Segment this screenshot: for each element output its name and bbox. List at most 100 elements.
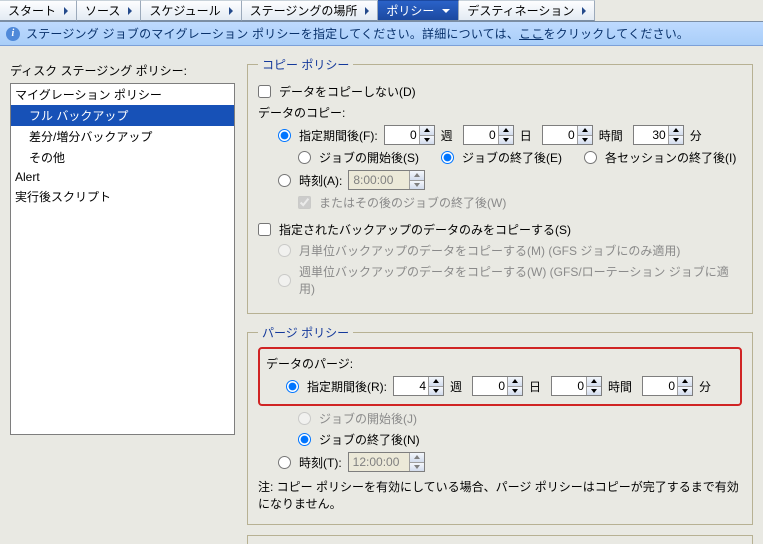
tab-destination[interactable]: デスティネーション [459,0,595,21]
purge-minutes-spinner[interactable] [642,376,693,396]
do-not-copy-checkbox[interactable]: データをコピーしない(D) [258,83,416,100]
tree-item-full-backup[interactable]: フル バックアップ [11,105,234,126]
purge-job-end-label: ジョブの終了後(N) [319,431,420,448]
tab-schedule[interactable]: スケジュール [141,0,241,21]
tree-item-other[interactable]: その他 [11,147,234,168]
info-icon: i [6,27,20,41]
tab-source[interactable]: ソース [77,0,141,21]
purge-days-input[interactable] [473,377,507,395]
purge-hours-input[interactable] [552,377,586,395]
snaplock-group: SnapLock を有効にする(K) [247,535,753,544]
copy-job-start-input[interactable] [298,151,311,164]
purge-hours-spinner[interactable] [551,376,602,396]
data-purge-label: データのパージ: [266,355,734,372]
copy-days-input[interactable] [464,126,498,144]
purge-at-time-radio[interactable]: 時刻(T): [278,454,342,471]
purge-highlight-box: データのパージ: 指定期間後(R): 週 日 時間 分 [258,347,742,406]
tree-item-diff-backup[interactable]: 差分/増分バックアップ [11,126,234,147]
spin-up-icon[interactable] [678,377,692,387]
chevron-right-icon [365,7,369,15]
only-designated-input[interactable] [258,223,271,236]
copy-at-time-input[interactable] [278,174,291,187]
purge-job-end-input[interactable] [298,433,311,446]
or-after-job-checkbox: またはその後のジョブの終了後(W) [298,194,506,211]
spin-up-icon[interactable] [508,377,522,387]
tab-start[interactable]: スタート [0,0,77,21]
copy-policy-legend: コピー ポリシー [258,56,353,73]
info-text-post: をクリックしてください。 [543,25,689,42]
spin-down-icon[interactable] [429,387,443,396]
copy-days-spinner[interactable] [463,125,514,145]
spin-up-icon[interactable] [429,377,443,387]
tree-item-postscript[interactable]: 実行後スクリプト [11,186,234,207]
data-copy-label: データのコピー: [258,104,742,121]
spin-down-icon [410,181,424,190]
do-not-copy-input[interactable] [258,85,271,98]
copy-minutes-spinner[interactable] [633,125,684,145]
spin-down-icon [410,463,424,472]
copy-session-end-input[interactable] [584,151,597,164]
copy-after-period-radio[interactable]: 指定期間後(F): [278,127,378,144]
copy-policy-group: コピー ポリシー データをコピーしない(D) データのコピー: 指定期間後(F)… [247,56,753,314]
chevron-right-icon [64,7,68,15]
spin-down-icon[interactable] [420,136,434,145]
copy-hours-input[interactable] [543,126,577,144]
tab-staging[interactable]: ステージングの場所 [242,0,379,21]
copy-at-time-radio[interactable]: 時刻(A): [278,172,342,189]
week-unit: 週 [441,127,453,144]
tree-item-alert[interactable]: Alert [11,168,234,186]
copy-job-start-radio[interactable]: ジョブの開始後(S) [298,149,419,166]
tab-policy-label: ポリシー [386,2,434,19]
tab-schedule-label: スケジュール [149,2,220,19]
info-bar: i ステージング ジョブのマイグレーション ポリシーを指定してください。詳細につ… [0,22,763,46]
purge-after-period-input[interactable] [286,380,299,393]
spin-down-icon[interactable] [508,387,522,396]
left-panel-title: ディスク ステージング ポリシー: [10,62,235,79]
spin-up-icon[interactable] [587,377,601,387]
info-link[interactable]: ここ [519,25,543,42]
purge-days-spinner[interactable] [472,376,523,396]
week-unit: 週 [450,378,462,395]
hour-unit: 時間 [608,378,632,395]
tab-policy[interactable]: ポリシー [378,0,459,21]
purge-after-period-radio[interactable]: 指定期間後(R): [286,378,387,395]
spin-down-icon[interactable] [669,136,683,145]
do-not-copy-label: データをコピーしない(D) [279,83,416,100]
spin-up-icon[interactable] [499,126,513,136]
spin-down-icon[interactable] [587,387,601,396]
purge-minutes-input[interactable] [643,377,677,395]
copy-hours-spinner[interactable] [542,125,593,145]
spin-down-icon[interactable] [678,387,692,396]
copy-time-input [349,171,409,189]
chevron-right-icon [229,7,233,15]
spin-up-icon[interactable] [420,126,434,136]
copy-weeks-input[interactable] [385,126,419,144]
only-designated-checkbox[interactable]: 指定されたバックアップのデータのみをコピーする(S) [258,221,571,238]
copy-session-end-radio[interactable]: 各セッションの終了後(I) [584,149,736,166]
spin-up-icon[interactable] [578,126,592,136]
purge-after-period-label: 指定期間後(R): [307,378,387,395]
policy-tree: マイグレーション ポリシー フル バックアップ 差分/増分バックアップ その他 … [10,83,235,435]
copy-after-period-input[interactable] [278,129,291,142]
copy-minutes-input[interactable] [634,126,668,144]
spin-down-icon[interactable] [499,136,513,145]
chevron-right-icon [128,7,132,15]
spin-up-icon[interactable] [669,126,683,136]
tree-item-migration[interactable]: マイグレーション ポリシー [11,84,234,105]
copy-monthly-radio: 月単位バックアップのデータをコピーする(M) (GFS ジョブにのみ適用) [278,242,680,259]
purge-job-start-radio: ジョブの開始後(J) [298,410,417,427]
spin-up-icon [410,171,424,181]
or-after-job-label: またはその後のジョブの終了後(W) [319,194,506,211]
purge-job-end-radio[interactable]: ジョブの終了後(N) [298,431,420,448]
tab-strip: スタート ソース スケジュール ステージングの場所 ポリシー デスティネーション [0,0,763,22]
spin-down-icon[interactable] [578,136,592,145]
copy-weeks-spinner[interactable] [384,125,435,145]
copy-monthly-label: 月単位バックアップのデータをコピーする(M) (GFS ジョブにのみ適用) [299,242,680,259]
purge-time-spinner [348,452,425,472]
copy-job-end-radio[interactable]: ジョブの終了後(E) [441,149,562,166]
purge-weeks-input[interactable] [394,377,428,395]
purge-weeks-spinner[interactable] [393,376,444,396]
copy-job-end-input[interactable] [441,151,454,164]
purge-at-time-input[interactable] [278,456,291,469]
copy-monthly-input [278,244,291,257]
